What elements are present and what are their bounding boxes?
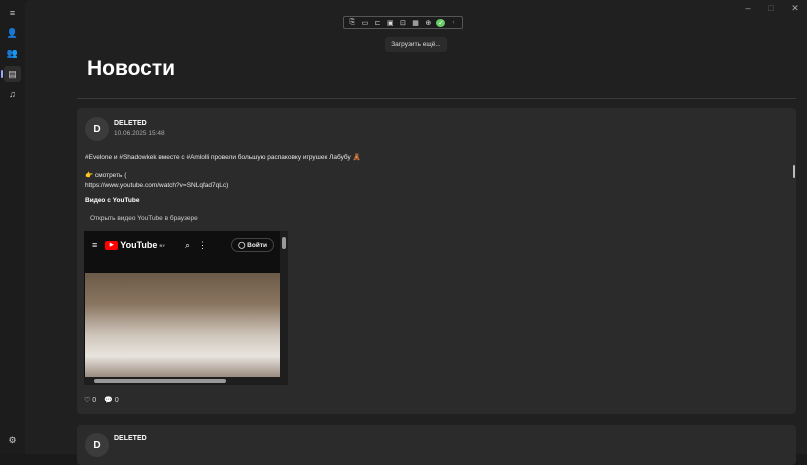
play-icon: ▶ bbox=[105, 240, 119, 250]
menu-icon[interactable]: ≡ bbox=[4, 5, 21, 21]
toolbar-icon[interactable]: ▦ bbox=[411, 19, 420, 27]
toolbar-icon[interactable]: ⊏ bbox=[373, 19, 382, 27]
horizontal-scrollbar[interactable] bbox=[84, 377, 288, 385]
toolbar-icon[interactable]: ⎘ bbox=[348, 19, 357, 27]
post-watch: 👉 смотреть ( bbox=[85, 172, 127, 179]
heart-icon: ♡ bbox=[84, 397, 91, 404]
sidebar: ≡ 👤 👥 ▤ ♫ ⚙ bbox=[0, 0, 25, 454]
more-icon[interactable]: ⋮ bbox=[198, 240, 207, 251]
close-button[interactable]: ✕ bbox=[785, 3, 805, 14]
post-author[interactable]: DELETED bbox=[114, 435, 147, 442]
open-video-button[interactable]: Открыть видео YouTube в браузере bbox=[90, 215, 198, 222]
divider bbox=[77, 98, 796, 99]
post-link[interactable]: https://www.youtube.com/watch?v=SNLqfad7… bbox=[85, 182, 228, 189]
news-icon[interactable]: ▤ bbox=[1, 66, 21, 82]
post-card: D DELETED bbox=[77, 425, 796, 465]
toolbar-icon[interactable]: ▭ bbox=[360, 19, 369, 27]
avatar[interactable]: D bbox=[85, 433, 109, 457]
youtube-embed[interactable]: ≡ ▶ YouTube BY ⌕ ⋮ ◯ Войти bbox=[84, 231, 288, 385]
vertical-scrollbar[interactable] bbox=[280, 231, 288, 377]
search-icon[interactable]: ⌕ bbox=[185, 240, 190, 251]
comment-icon: 💬 bbox=[104, 397, 113, 404]
post-author[interactable]: DELETED bbox=[114, 120, 147, 127]
like-button[interactable]: ♡ 0 bbox=[84, 396, 96, 404]
login-label: Войти bbox=[247, 242, 267, 249]
debug-toolbar: ⎘ ▭ ⊏ ▣ ⊡ ▦ ⊕ ✓ ‹ bbox=[343, 16, 463, 29]
page-scrollbar[interactable] bbox=[793, 165, 795, 178]
friends-icon[interactable]: 👥 bbox=[4, 45, 21, 61]
minimize-button[interactable]: – bbox=[738, 3, 758, 13]
check-icon[interactable]: ✓ bbox=[436, 18, 446, 27]
yt-menu-icon[interactable]: ≡ bbox=[92, 240, 97, 250]
settings-icon[interactable]: ⚙ bbox=[4, 432, 21, 448]
like-count: 0 bbox=[92, 397, 97, 404]
post-text: #Evelone и #Shadowkek вместе с #Amlolli … bbox=[85, 154, 361, 161]
page-title: Новости bbox=[87, 57, 176, 80]
region-label: BY bbox=[159, 242, 165, 248]
youtube-logo[interactable]: ▶ YouTube BY bbox=[105, 240, 165, 250]
collapse-icon[interactable]: ‹ bbox=[449, 19, 458, 26]
post-date: 10.06.2025 15:48 bbox=[114, 130, 165, 137]
toolbar-icon[interactable]: ⊡ bbox=[398, 19, 407, 27]
comment-button[interactable]: 💬 0 bbox=[104, 396, 119, 404]
avatar[interactable]: D bbox=[85, 117, 109, 141]
login-button[interactable]: ◯ Войти bbox=[231, 238, 274, 252]
video-heading: Видео с YouTube bbox=[85, 197, 140, 204]
toolbar-icon[interactable]: ⊕ bbox=[424, 19, 433, 27]
comment-count: 0 bbox=[114, 397, 119, 404]
video-thumbnail[interactable] bbox=[85, 273, 280, 377]
youtube-logo-text: YouTube bbox=[120, 240, 158, 250]
profile-icon[interactable]: 👤 bbox=[4, 25, 21, 41]
toolbar-icon[interactable]: ▣ bbox=[386, 19, 395, 27]
music-icon[interactable]: ♫ bbox=[4, 86, 21, 102]
tooltip: Загрузить ещё... bbox=[385, 37, 447, 52]
maximize-button[interactable]: □ bbox=[761, 3, 781, 13]
post-card: D DELETED 10.06.2025 15:48 #Evelone и #S… bbox=[77, 108, 796, 414]
